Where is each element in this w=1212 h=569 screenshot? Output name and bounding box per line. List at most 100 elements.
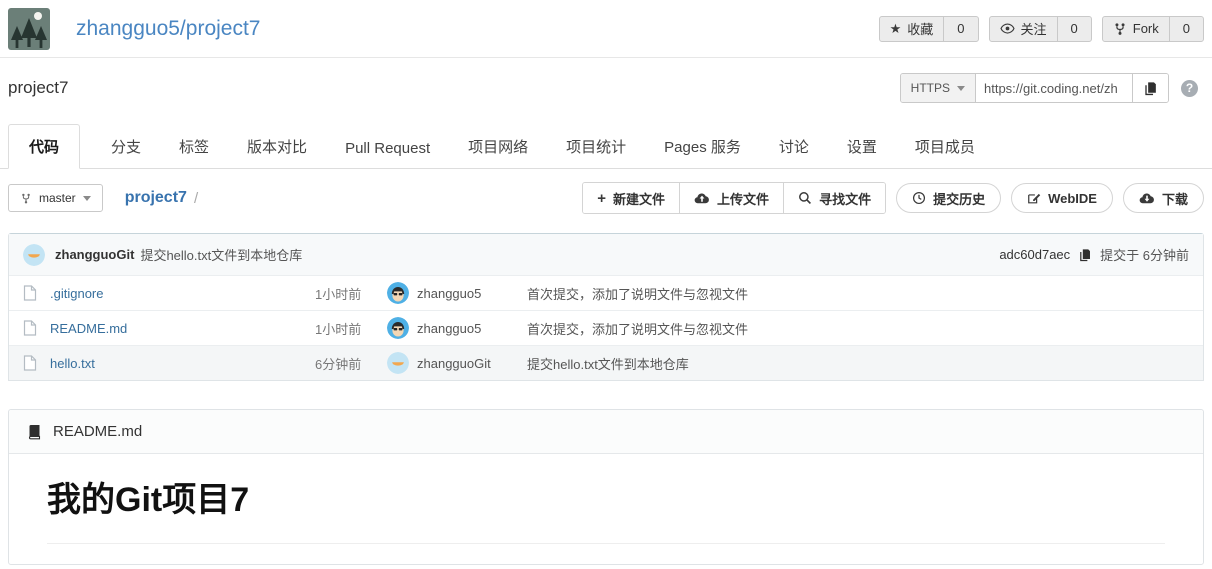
toolbar-actions: + 新建文件 上传文件 寻找文件 提交历史 WebIDE 下载 xyxy=(582,182,1204,214)
new-file-label: 新建文件 xyxy=(613,191,666,207)
avatar[interactable] xyxy=(23,243,45,266)
book-icon xyxy=(26,424,42,440)
search-icon xyxy=(798,191,812,205)
eye-icon xyxy=(999,21,1015,36)
fork-icon xyxy=(1113,22,1127,36)
tab-code[interactable]: 代码 xyxy=(8,124,81,169)
readme-filename: README.md xyxy=(53,423,143,440)
star-button[interactable]: ★ 收藏 0 xyxy=(878,15,979,42)
table-row: .gitignore 1小时前 zhangguo5 首次提交，添加了说明文件与忽… xyxy=(9,275,1203,310)
star-icon: ★ xyxy=(889,20,902,36)
file-link[interactable]: hello.txt xyxy=(50,356,95,371)
file-commit-message[interactable]: 首次提交，添加了说明文件与忽视文件 xyxy=(527,284,748,303)
clone-url-group: HTTPS xyxy=(899,73,1169,103)
new-file-button[interactable]: + 新建文件 xyxy=(583,183,680,213)
repo-action-buttons: ★ 收藏 0 关注 0 Fork 0 xyxy=(878,15,1204,42)
file-commit-time: 1小时前 xyxy=(315,286,362,302)
tab-branches[interactable]: 分支 xyxy=(111,125,141,168)
latest-commit-bar: zhangguoGit 提交hello.txt文件到本地仓库 adc60d7ae… xyxy=(9,234,1203,275)
readme-panel: README.md 我的Git项目7 xyxy=(8,409,1204,565)
file-commit-message[interactable]: 提交hello.txt文件到本地仓库 xyxy=(527,354,689,373)
tab-pages[interactable]: Pages 服务 xyxy=(664,125,741,168)
clone-url-input[interactable] xyxy=(976,74,1132,102)
tab-tags[interactable]: 标签 xyxy=(179,125,209,168)
star-count[interactable]: 0 xyxy=(943,16,977,41)
readme-divider xyxy=(47,542,1165,544)
find-file-button[interactable]: 寻找文件 xyxy=(783,183,886,213)
project-name: project7 xyxy=(8,78,69,97)
copy-icon[interactable] xyxy=(1078,248,1092,262)
commit-history-button[interactable]: 提交历史 xyxy=(896,183,1002,213)
copy-url-button[interactable] xyxy=(1132,74,1168,102)
clock-icon xyxy=(912,191,926,205)
file-actions-group: + 新建文件 上传文件 寻找文件 xyxy=(582,182,887,214)
file-commit-author[interactable]: zhangguo5 xyxy=(417,286,517,301)
repo-title-link[interactable]: zhangguo5/project7 xyxy=(76,17,260,41)
commit-history-label: 提交历史 xyxy=(933,191,986,207)
table-row: hello.txt 6分钟前 zhangguoGit 提交hello.txt文件… xyxy=(9,345,1203,380)
webide-label: WebIDE xyxy=(1048,190,1097,206)
copy-icon xyxy=(1143,81,1158,96)
commit-meta: adc60d7aec 提交于 6分钟前 xyxy=(999,245,1189,264)
repo-tabs: 代码 分支 标签 版本对比 Pull Request 项目网络 项目统计 Pag… xyxy=(0,124,1212,169)
file-tree-panel: zhangguoGit 提交hello.txt文件到本地仓库 adc60d7ae… xyxy=(8,233,1204,381)
tab-discussions[interactable]: 讨论 xyxy=(779,125,809,168)
tab-pull-request[interactable]: Pull Request xyxy=(345,129,430,168)
watch-label: 关注 xyxy=(1020,22,1047,37)
file-commit-time: 6分钟前 xyxy=(315,356,362,372)
commit-message[interactable]: 提交hello.txt文件到本地仓库 xyxy=(140,245,302,264)
commit-author[interactable]: zhangguoGit xyxy=(55,247,134,262)
file-icon xyxy=(23,320,37,336)
readme-header: README.md xyxy=(9,410,1203,454)
breadcrumb-separator: / xyxy=(193,189,199,207)
file-icon xyxy=(23,285,37,301)
fork-count[interactable]: 0 xyxy=(1168,16,1203,41)
protocol-dropdown[interactable]: HTTPS xyxy=(900,74,976,102)
webide-button[interactable]: WebIDE xyxy=(1011,183,1113,213)
file-link[interactable]: .gitignore xyxy=(50,286,103,301)
cloud-download-icon xyxy=(1139,191,1155,205)
file-icon xyxy=(23,355,37,371)
tab-settings[interactable]: 设置 xyxy=(847,125,877,168)
avatar[interactable] xyxy=(387,282,409,304)
file-commit-author[interactable]: zhangguoGit xyxy=(417,356,517,371)
tab-stats[interactable]: 项目统计 xyxy=(566,125,626,168)
edit-icon xyxy=(1027,191,1041,205)
cloud-upload-icon xyxy=(694,191,710,205)
help-icon[interactable]: ? xyxy=(1181,79,1198,97)
fork-label: Fork xyxy=(1132,21,1159,36)
fork-button[interactable]: Fork 0 xyxy=(1101,15,1204,42)
find-file-label: 寻找文件 xyxy=(819,191,872,207)
file-commit-message[interactable]: 首次提交，添加了说明文件与忽视文件 xyxy=(527,319,748,338)
watch-button[interactable]: 关注 0 xyxy=(988,15,1092,42)
chevron-down-icon xyxy=(957,85,965,91)
avatar[interactable] xyxy=(387,317,409,339)
repo-header: zhangguo5/project7 ★ 收藏 0 关注 0 Fork 0 xyxy=(0,0,1212,58)
watch-count[interactable]: 0 xyxy=(1056,16,1091,41)
download-button[interactable]: 下载 xyxy=(1122,183,1204,213)
branch-icon xyxy=(20,192,32,205)
file-link[interactable]: README.md xyxy=(50,321,127,336)
tab-compare[interactable]: 版本对比 xyxy=(247,125,307,168)
tab-network[interactable]: 项目网络 xyxy=(468,125,528,168)
breadcrumb-root[interactable]: project7 xyxy=(125,189,187,207)
commit-sha[interactable]: adc60d7aec xyxy=(999,247,1070,262)
protocol-label: HTTPS xyxy=(910,81,950,95)
download-label: 下载 xyxy=(1161,191,1188,207)
branch-selector[interactable]: master xyxy=(8,184,103,212)
file-commit-author[interactable]: zhangguo5 xyxy=(417,321,517,336)
file-commit-time: 1小时前 xyxy=(315,321,362,337)
code-toolbar: master project7 / + 新建文件 上传文件 寻找文件 提交历史 … xyxy=(0,169,1212,227)
star-label: 收藏 xyxy=(907,22,934,37)
branch-label: master xyxy=(39,191,76,205)
project-subheader: project7 HTTPS ? xyxy=(0,58,1212,116)
table-row: README.md 1小时前 zhangguo5 首次提交，添加了说明文件与忽视… xyxy=(9,310,1203,345)
plus-icon: + xyxy=(597,189,607,207)
upload-file-button[interactable]: 上传文件 xyxy=(679,183,784,213)
repo-avatar[interactable] xyxy=(8,7,50,50)
chevron-down-icon xyxy=(82,195,91,201)
avatar[interactable] xyxy=(387,352,409,374)
tab-members[interactable]: 项目成员 xyxy=(915,125,975,168)
upload-file-label: 上传文件 xyxy=(717,191,770,207)
readme-body: 我的Git项目7 xyxy=(9,454,1203,564)
